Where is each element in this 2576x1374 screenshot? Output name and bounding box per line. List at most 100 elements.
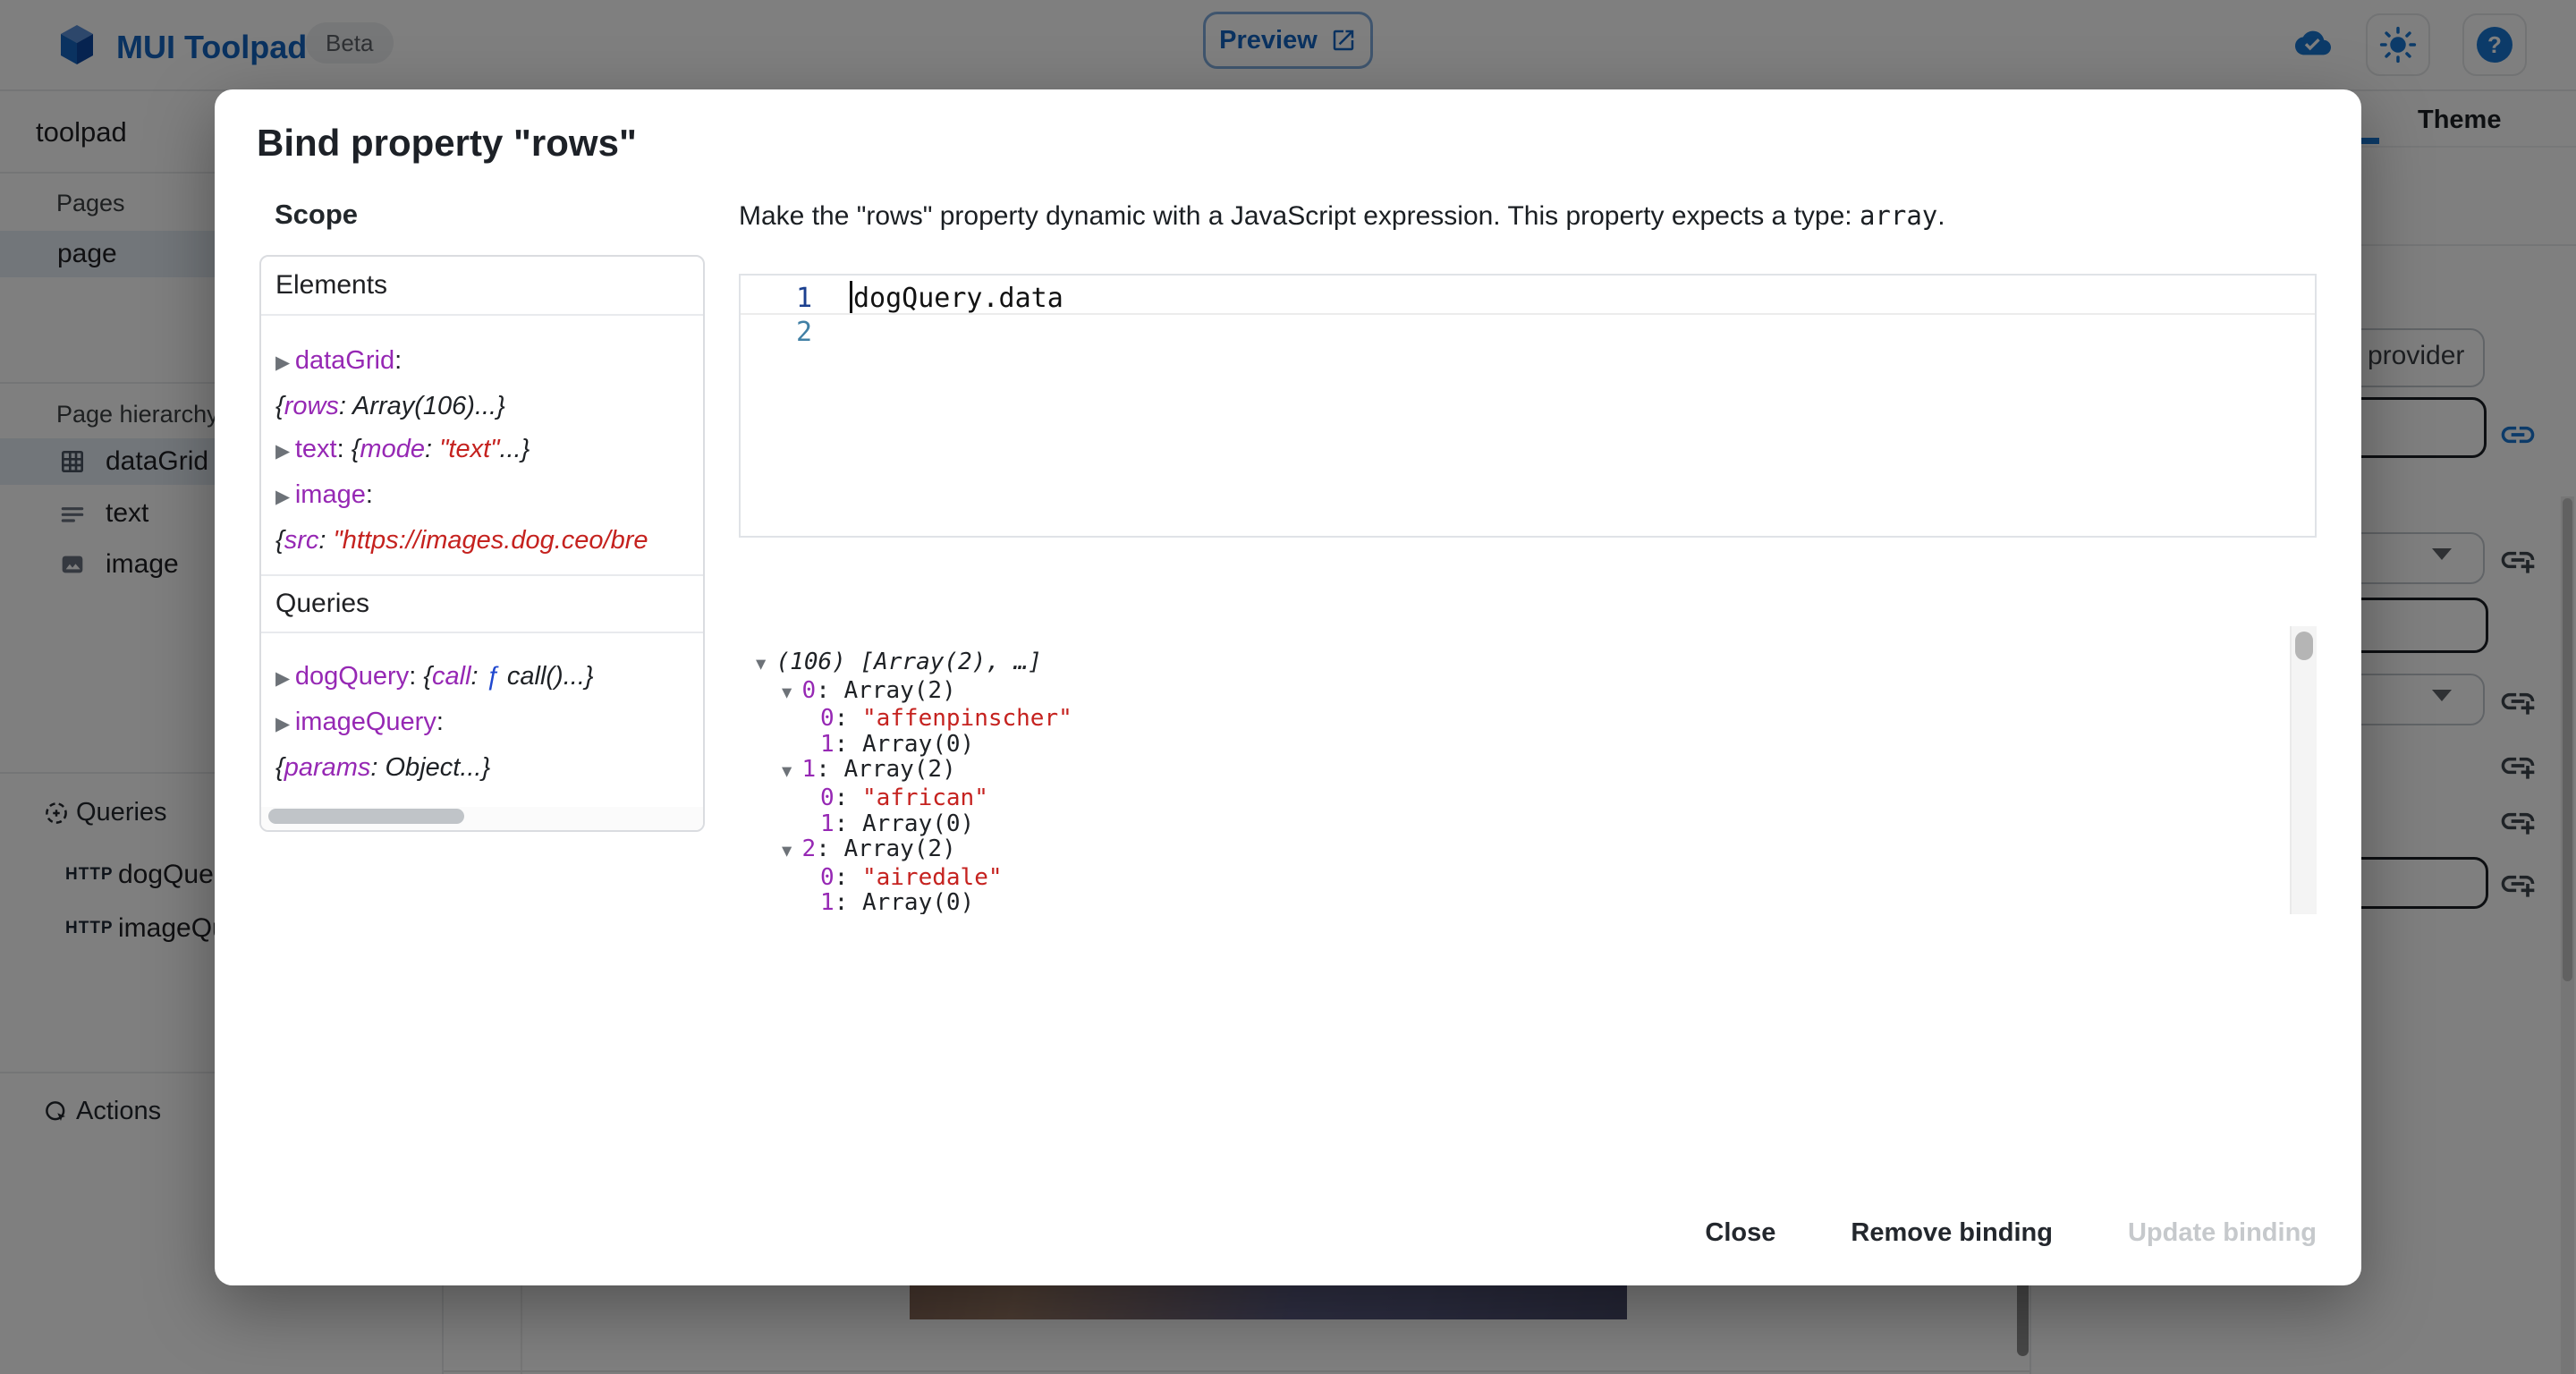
text-cursor bbox=[850, 281, 852, 313]
token-plain: : bbox=[816, 677, 843, 704]
scope-explorer: Elements ▶ dataGrid:{rows: Array(106)...… bbox=[259, 255, 705, 832]
remove-binding-button[interactable]: Remove binding bbox=[1842, 1206, 2062, 1260]
token-fn: ƒ bbox=[486, 662, 500, 691]
expand-arrow-icon: ▶ bbox=[275, 352, 295, 373]
token-stri: "text" bbox=[439, 435, 499, 463]
token-stri: "https://images.dog.ceo/bre bbox=[333, 526, 648, 555]
token-plain: : bbox=[835, 810, 862, 837]
code-editor[interactable]: 1 2 dogQuery.data bbox=[739, 274, 2317, 538]
instruction-text: Make the "rows" property dynamic with a … bbox=[739, 201, 1860, 231]
token-plain: Array(0) bbox=[862, 889, 974, 914]
result-tree-row[interactable]: ▼ 1: Array(2) bbox=[739, 757, 2317, 785]
line-number-1: 1 bbox=[741, 283, 812, 314]
expand-arrow-icon: ▼ bbox=[782, 683, 802, 702]
token-plain: : bbox=[835, 785, 862, 811]
token-plain: : bbox=[436, 708, 444, 736]
scope-tree-row[interactable]: ▶ imageQuery: bbox=[275, 700, 703, 746]
token-keyi: src bbox=[284, 526, 319, 555]
elements-section-header: Elements bbox=[261, 257, 703, 316]
expand-arrow-icon: ▼ bbox=[782, 762, 802, 781]
scope-hscrollbar-thumb[interactable] bbox=[268, 809, 464, 824]
result-tree-row[interactable]: 0: "airedale" bbox=[739, 865, 2317, 891]
token-plain: : bbox=[394, 346, 402, 375]
token-key: 2 bbox=[802, 835, 817, 862]
result-tree-row[interactable]: ▼ 2: Array(2) bbox=[739, 836, 2317, 865]
token-plain: : bbox=[835, 705, 862, 732]
token-plain: Array(0) bbox=[862, 731, 974, 758]
token-key: 0 bbox=[820, 705, 835, 732]
token-plain: : bbox=[835, 731, 862, 758]
token-plain: : bbox=[337, 435, 352, 463]
result-tree-row[interactable]: 1: Array(0) bbox=[739, 890, 2317, 914]
token-plain: : bbox=[835, 864, 862, 891]
result-tree-row[interactable]: 0: "african" bbox=[739, 785, 2317, 811]
expand-arrow-icon: ▶ bbox=[275, 668, 295, 689]
expand-arrow-icon: ▼ bbox=[756, 655, 776, 674]
token-key: 1 bbox=[820, 889, 835, 914]
token-keyi: params bbox=[284, 753, 371, 782]
token-prev: : bbox=[471, 662, 486, 691]
result-tree-row[interactable]: 1: Array(0) bbox=[739, 732, 2317, 758]
scope-hscrollbar-track[interactable] bbox=[261, 807, 703, 830]
token-name: dataGrid bbox=[295, 346, 394, 375]
token-plain: Array(2) bbox=[844, 835, 956, 862]
token-name: image bbox=[295, 480, 366, 509]
expression-result-preview: ▼ (106) [Array(2), …]▼ 0: Array(2)0: "af… bbox=[739, 626, 2317, 914]
result-scrollbar-track[interactable] bbox=[2290, 626, 2317, 914]
scope-tree-row[interactable]: ▶ dogQuery: {call: ƒ call()...} bbox=[275, 655, 703, 700]
result-tree-row[interactable]: 0: "affenpinscher" bbox=[739, 706, 2317, 732]
token-plain: : bbox=[409, 662, 423, 691]
token-key: 1 bbox=[820, 731, 835, 758]
token-keyi: mode bbox=[360, 435, 425, 463]
app-root: MUI Toolpad Beta Preview bbox=[0, 0, 2576, 1374]
expand-arrow-icon: ▶ bbox=[275, 714, 295, 734]
elements-tree: ▶ dataGrid:{rows: Array(106)...}▶ text: … bbox=[261, 316, 703, 562]
token-prev: { bbox=[352, 435, 360, 463]
line-number-2: 2 bbox=[741, 317, 812, 348]
token-keyi: call bbox=[432, 662, 471, 691]
token-name: imageQuery bbox=[295, 708, 436, 736]
result-tree-row[interactable]: 1: Array(0) bbox=[739, 811, 2317, 837]
token-prev: { bbox=[275, 753, 284, 782]
editor-code-line: dogQuery.data bbox=[853, 283, 1063, 314]
token-plain: : bbox=[366, 480, 373, 509]
token-key: 1 bbox=[820, 810, 835, 837]
token-prev: { bbox=[423, 662, 432, 691]
bind-property-dialog: Bind property "rows" Scope Elements ▶ da… bbox=[215, 89, 2361, 1285]
token-prev: (106) [Array(2), …] bbox=[776, 649, 1042, 675]
close-button[interactable]: Close bbox=[1696, 1206, 1784, 1260]
token-str: "airedale" bbox=[862, 864, 1003, 891]
dialog-actions: Close Remove binding Update binding bbox=[1696, 1206, 2326, 1260]
token-plain: : bbox=[816, 756, 843, 783]
expand-arrow-icon: ▶ bbox=[275, 441, 295, 462]
result-tree-row[interactable]: ▼ (106) [Array(2), …] bbox=[739, 649, 2317, 678]
queries-tree: ▶ dogQuery: {call: ƒ call()...}▶ imageQu… bbox=[261, 633, 703, 789]
scope-tree-row[interactable]: {src: "https://images.dog.ceo/bre bbox=[275, 519, 703, 562]
token-plain: : bbox=[816, 835, 843, 862]
token-prev: { bbox=[275, 526, 284, 555]
token-keyi: rows bbox=[284, 392, 339, 420]
scope-tree-row[interactable]: {params: Object...} bbox=[275, 746, 703, 789]
token-key: 0 bbox=[820, 864, 835, 891]
result-tree: ▼ (106) [Array(2), …]▼ 0: Array(2)0: "af… bbox=[739, 626, 2317, 914]
instruction-period: . bbox=[1937, 201, 1945, 231]
token-prev: { bbox=[275, 392, 284, 420]
token-prev: : bbox=[425, 435, 439, 463]
token-prev: call()...} bbox=[500, 662, 594, 691]
token-prev: : Array(106)...} bbox=[339, 392, 505, 420]
result-tree-row[interactable]: ▼ 0: Array(2) bbox=[739, 678, 2317, 707]
token-plain: : bbox=[835, 889, 862, 914]
token-name: dogQuery bbox=[295, 662, 409, 691]
queries-section-label: Queries bbox=[275, 589, 369, 619]
result-scrollbar-thumb[interactable] bbox=[2295, 632, 2313, 660]
elements-section-label: Elements bbox=[275, 270, 387, 301]
scope-tree-row[interactable]: ▶ text: {mode: "text"...} bbox=[275, 428, 703, 473]
update-binding-button[interactable]: Update binding bbox=[2119, 1206, 2326, 1260]
token-plain: Array(2) bbox=[844, 756, 956, 783]
scope-tree-row[interactable]: {rows: Array(106)...} bbox=[275, 385, 703, 428]
expand-arrow-icon: ▶ bbox=[275, 487, 295, 507]
scope-tree-row[interactable]: ▶ dataGrid: bbox=[275, 339, 703, 385]
token-key: 0 bbox=[820, 785, 835, 811]
scope-tree-row[interactable]: ▶ image: bbox=[275, 473, 703, 519]
dialog-instruction: Make the "rows" property dynamic with a … bbox=[739, 200, 2295, 232]
